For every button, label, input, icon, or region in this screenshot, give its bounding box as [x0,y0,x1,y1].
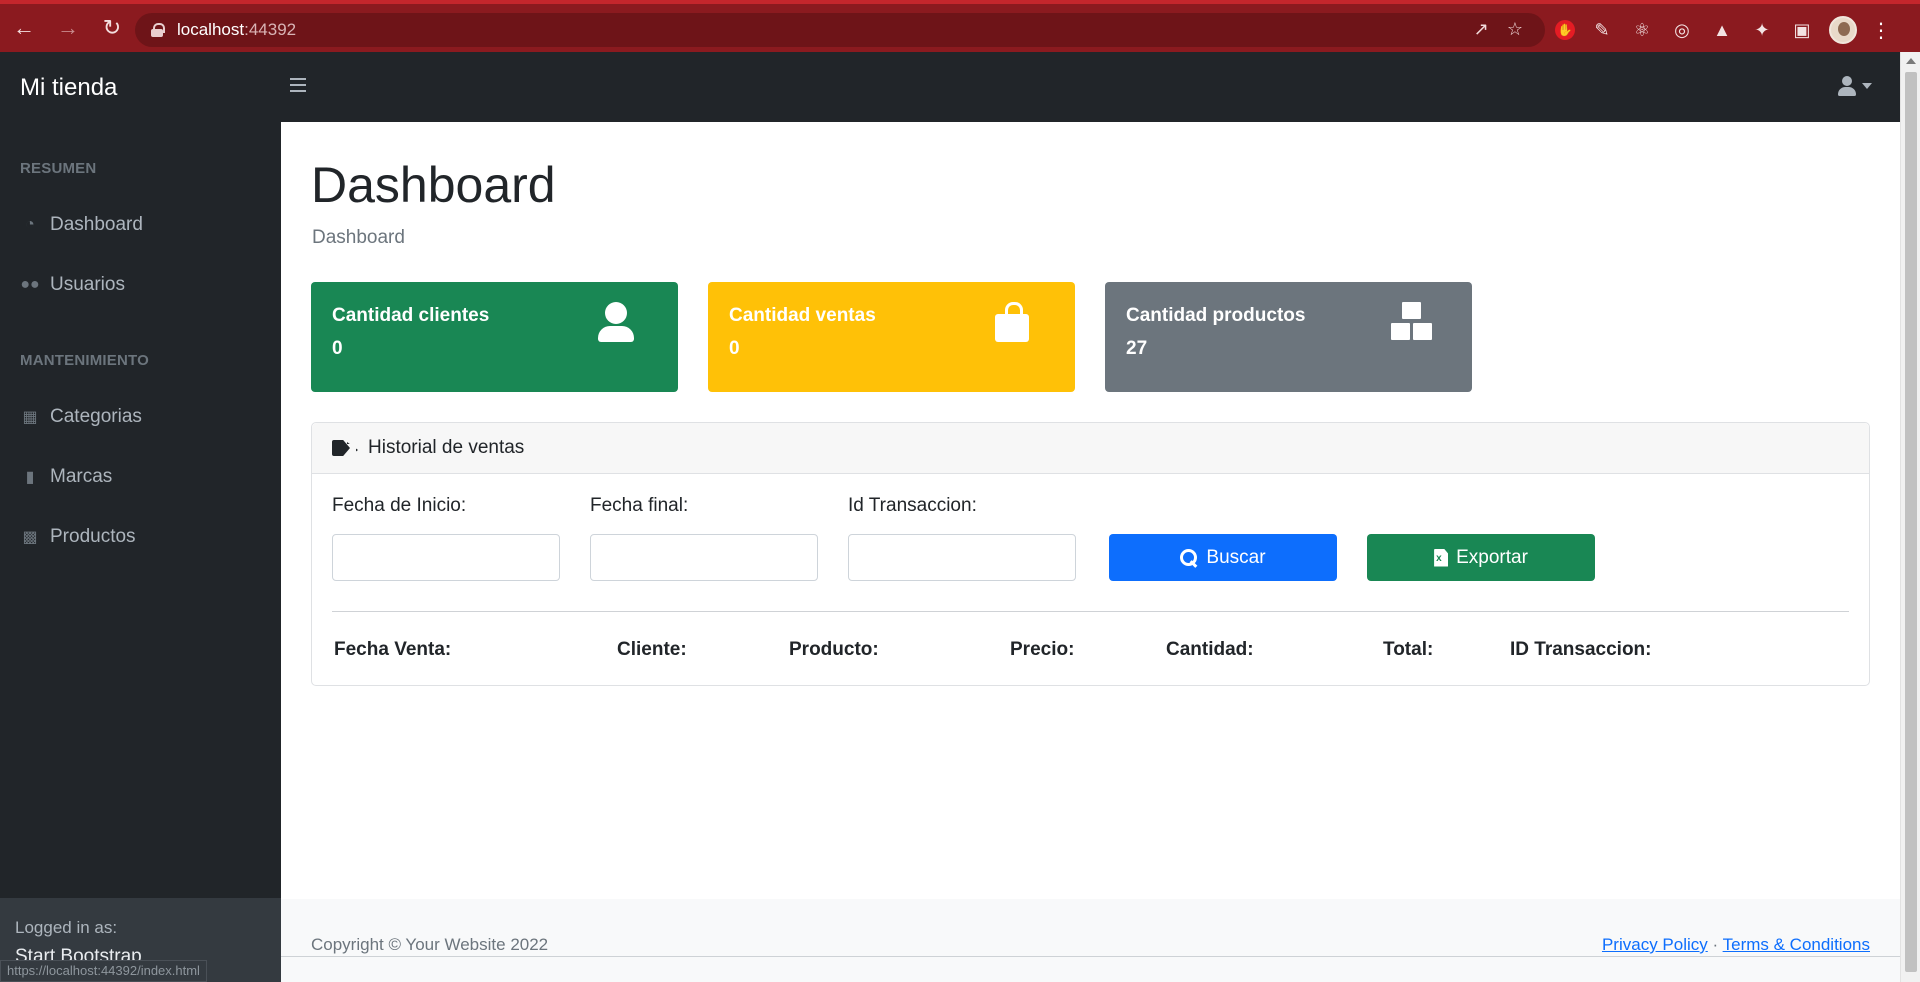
column-header-total: Total: [1383,639,1434,660]
export-button[interactable]: x Exportar [1367,534,1595,581]
sales-history-header: Historial de ventas [312,423,1869,474]
sidebar-toggle-icon[interactable] [290,78,306,92]
boxes-icon: ▩ [22,529,38,546]
search-icon [1180,548,1198,567]
browser-toolbar: ← → ↻ localhost:44392 ↗ ☆ ✋ ✎ ⚛ ◎ ▲ ✦ ▣ … [0,0,1920,52]
chevron-down-icon [1862,83,1872,89]
card-cantidad-clientes: Cantidad clientes 0 [311,282,678,392]
search-button-label: Buscar [1206,546,1266,568]
user-icon [1838,76,1856,96]
sidebar-item-label: Marcas [50,466,113,487]
boxes-icon [1390,302,1432,344]
search-button[interactable]: Buscar [1109,534,1337,581]
share-icon[interactable]: ↗ [1474,19,1489,40]
sidebar-item-usuarios[interactable]: ●● Usuarios [20,274,125,296]
top-navbar: Mi tienda [0,52,1900,122]
column-header-id-transaccion: ID Transaccion: [1510,639,1652,660]
card-value: 27 [1126,338,1148,359]
back-icon[interactable]: ← [4,8,44,48]
stop-extension-icon[interactable]: ✋ [1555,20,1575,40]
transaction-id-input[interactable] [848,534,1076,581]
sidebar-item-categorias[interactable]: ▦ Categorias [20,406,142,428]
react-extension-icon[interactable]: ⚛ [1629,17,1655,43]
extensions-area: ✋ ✎ ⚛ ◎ ▲ ✦ ▣ ⋮ [1555,16,1891,44]
main-content: Dashboard Dashboard Cantidad clientes 0 … [281,122,1900,982]
target-extension-icon[interactable]: ◎ [1669,17,1695,43]
footer-separator: · [1712,935,1719,954]
forward-icon[interactable]: → [48,8,88,48]
scroll-thumb[interactable] [1905,72,1917,972]
transaction-id-label: Id Transaccion: [848,495,977,516]
sidebar: RESUMEN ◔ Dashboard ●● Usuarios MANTENIM… [0,122,281,982]
page-title: Dashboard [311,157,556,213]
export-button-label: Exportar [1456,546,1528,568]
tags-icon [332,439,356,457]
sidebar-item-label: Dashboard [50,214,143,235]
card-value: 0 [729,338,740,359]
omnibox-actions: ↗ ☆ [1474,19,1523,40]
card-cantidad-productos: Cantidad productos 27 [1105,282,1472,392]
user-dropdown[interactable] [1838,76,1872,96]
sales-history-title: Historial de ventas [368,437,525,458]
bookmark-icon: ▮ [25,469,35,486]
card-label: Cantidad ventas [729,305,876,326]
column-header-producto: Producto: [789,639,879,660]
sidebar-item-label: Categorias [50,406,142,427]
side-panel-icon[interactable]: ▣ [1789,17,1815,43]
user-icon [596,302,636,344]
card-cantidad-ventas: Cantidad ventas 0 [708,282,1075,392]
reload-icon[interactable]: ↻ [92,8,132,48]
card-value: 0 [332,338,343,359]
star-icon[interactable]: ☆ [1507,19,1523,40]
browser-menu-icon[interactable]: ⋮ [1871,18,1891,43]
scroll-up-icon[interactable] [1906,58,1916,64]
sidebar-item-marcas[interactable]: ▮ Marcas [20,466,113,488]
url-host: localhost [177,20,245,39]
tool-extension-icon[interactable]: ▲ [1709,17,1735,43]
sidebar-heading-mantenimiento: MANTENIMIENTO [20,352,149,369]
column-header-precio: Precio: [1010,639,1075,660]
pen-extension-icon[interactable]: ✎ [1589,17,1615,43]
page-footer: Copyright © Your Website 2022 Privacy Po… [281,899,1900,982]
end-date-label: Fecha final: [590,495,689,516]
gauge-icon: ◔ [25,216,35,233]
lock-icon[interactable] [151,23,165,37]
page-scrollbar[interactable] [1900,52,1920,982]
column-header-fecha-venta: Fecha Venta: [334,639,452,660]
end-date-input[interactable] [590,534,818,581]
column-header-cliente: Cliente: [617,639,687,660]
card-label: Cantidad productos [1126,305,1306,326]
profile-avatar[interactable] [1829,16,1857,44]
shopping-bag-icon [993,302,1033,344]
logged-in-label: Logged in as: [15,918,118,937]
sidebar-heading-resumen: RESUMEN [20,160,97,177]
divider [332,611,1849,612]
start-date-label: Fecha de Inicio: [332,495,467,516]
file-excel-icon: x [1434,548,1449,567]
sidebar-item-productos[interactable]: ▩ Productos [20,526,136,548]
link-status-tooltip: https://localhost:44392/index.html [0,960,207,982]
puzzle-icon[interactable]: ✦ [1749,17,1775,43]
footer-links: Privacy Policy · Terms & Conditions [1602,935,1870,955]
terms-conditions-link[interactable]: Terms & Conditions [1723,935,1870,954]
users-icon: ●● [20,276,40,293]
footer-divider [281,956,1900,957]
column-header-cantidad: Cantidad: [1166,639,1254,660]
sidebar-item-label: Usuarios [50,274,125,295]
url-port: :44392 [244,20,297,39]
sidebar-item-dashboard[interactable]: ◔ Dashboard [20,214,143,236]
brand-link[interactable]: Mi tienda [20,74,117,102]
sales-history-card: Historial de ventas Fecha de Inicio: Fec… [311,422,1870,686]
start-date-input[interactable] [332,534,560,581]
address-bar[interactable]: localhost:44392 ↗ ☆ [135,13,1545,47]
breadcrumb: Dashboard [312,227,405,248]
sidebar-item-label: Productos [50,526,136,547]
card-label: Cantidad clientes [332,305,490,326]
copyright-text: Copyright © Your Website 2022 [311,935,549,954]
table-icon: ▦ [22,409,38,426]
privacy-policy-link[interactable]: Privacy Policy [1602,935,1708,954]
